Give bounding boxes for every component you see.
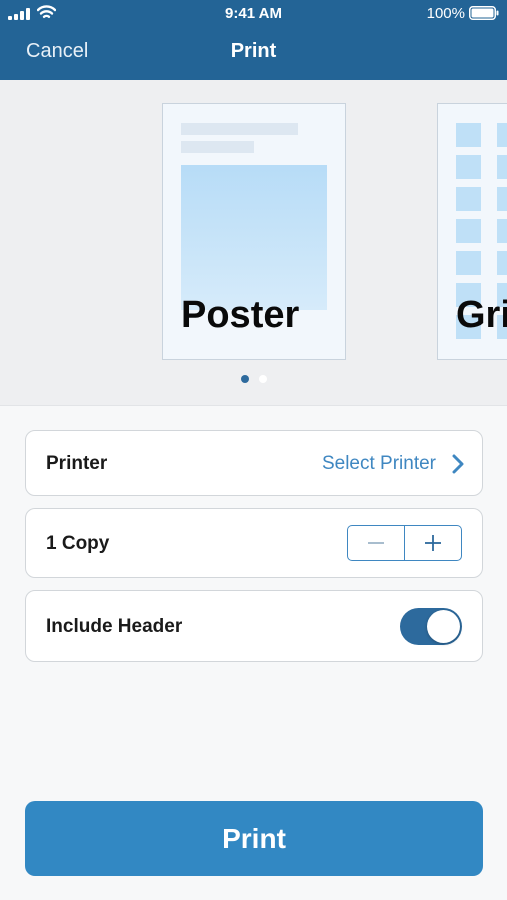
grid-cell [456, 187, 481, 211]
status-bar: 9:41 AM 100% [0, 0, 507, 28]
grid-layout-card[interactable]: Grid [437, 103, 507, 360]
grid-cell [456, 219, 481, 243]
select-printer-link[interactable]: Select Printer [322, 453, 436, 475]
plus-icon [425, 535, 441, 551]
page-dot-active[interactable] [240, 375, 249, 383]
grid-cell [497, 123, 507, 147]
grid-cell [497, 187, 507, 211]
include-header-toggle[interactable] [400, 608, 462, 645]
navigation-bar: 9:41 AM 100% Cancel Print [0, 0, 507, 80]
grid-cell [456, 251, 481, 275]
minus-icon [368, 542, 384, 544]
printer-label: Printer [46, 453, 108, 474]
battery-percentage: 100% [426, 5, 465, 22]
grid-cell [497, 155, 507, 179]
decrement-button[interactable] [348, 526, 404, 560]
cancel-button[interactable]: Cancel [26, 40, 88, 63]
chevron-right-icon [452, 454, 464, 474]
page-indicator[interactable] [0, 375, 507, 383]
increment-button[interactable] [404, 526, 461, 560]
grid-cell [456, 123, 481, 147]
toggle-knob [427, 610, 460, 643]
print-button[interactable]: Print [25, 801, 483, 876]
layout-card-label: Poster [181, 294, 300, 336]
placeholder-title-bar [181, 123, 298, 135]
include-header-row: Include Header [25, 590, 483, 662]
placeholder-subtitle-bar [181, 141, 254, 153]
layout-preview-carousel[interactable]: Poster Grid [0, 80, 507, 406]
page-dot[interactable] [258, 375, 267, 383]
poster-layout-card[interactable]: Poster [162, 103, 346, 360]
include-header-label: Include Header [46, 616, 183, 637]
printer-row[interactable]: Printer Select Printer [25, 430, 483, 496]
grid-cell [497, 219, 507, 243]
copies-row: 1 Copy [25, 508, 483, 578]
copies-stepper[interactable] [347, 525, 462, 561]
poster-image-placeholder [181, 165, 327, 310]
battery-icon [469, 6, 499, 20]
copies-label: 1 Copy [46, 533, 110, 554]
grid-cell [456, 155, 481, 179]
layout-card-label: Grid [456, 294, 507, 336]
grid-cell [497, 251, 507, 275]
